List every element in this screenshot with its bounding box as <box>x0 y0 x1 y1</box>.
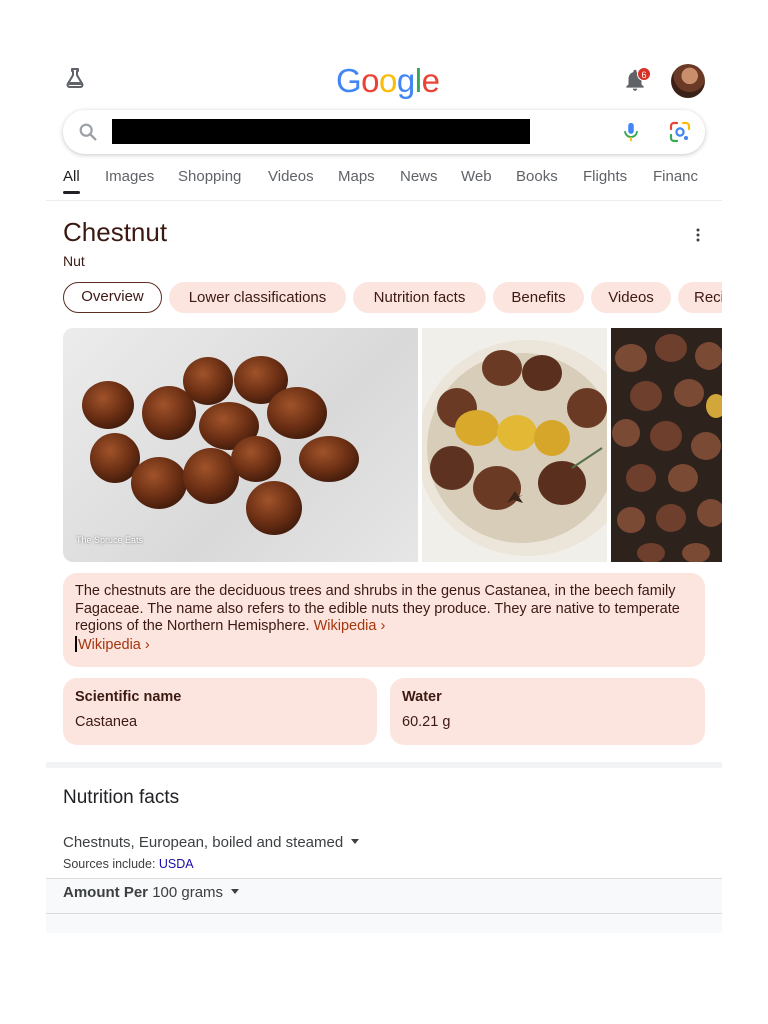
search-icon[interactable] <box>77 121 99 143</box>
logo-letter: o <box>379 62 397 99</box>
chip-videos[interactable]: Videos <box>591 282 671 313</box>
tab-flights[interactable]: Flights <box>583 168 627 194</box>
nutrition-table-placeholder <box>46 914 722 933</box>
chip-lower-classifications[interactable]: Lower classifications <box>169 282 346 313</box>
google-logo[interactable]: Google <box>336 62 440 100</box>
tab-images[interactable]: Images <box>105 168 154 194</box>
dropdown-caret-icon <box>231 889 240 894</box>
amount-prefix: Amount Per <box>63 884 149 901</box>
fact-card-water[interactable]: Water 60.21 g <box>390 678 705 745</box>
tab-maps[interactable]: Maps <box>338 168 375 194</box>
mic-icon[interactable] <box>620 120 642 144</box>
tab-shopping[interactable]: Shopping <box>178 168 241 194</box>
roasted-chestnuts-image[interactable] <box>422 328 607 562</box>
search-bar <box>63 110 705 154</box>
chip-recipes[interactable]: Reci <box>678 282 722 313</box>
chip-nutrition-facts[interactable]: Nutrition facts <box>353 282 486 313</box>
food-select-value: Chestnuts, European, boiled and steamed <box>63 834 344 851</box>
wikipedia-link-label: Wikipedia <box>313 618 377 634</box>
nutrition-title: Nutrition facts <box>63 787 180 808</box>
tab-videos[interactable]: Videos <box>268 168 314 194</box>
wikipedia-link[interactable]: Wikipedia › <box>314 618 386 634</box>
food-select[interactable]: Chestnuts, European, boiled and steamed <box>63 834 360 851</box>
amount-per-row: Amount Per 100 grams <box>46 878 722 914</box>
lens-icon[interactable] <box>668 120 692 144</box>
serving-select[interactable]: 100 grams <box>152 884 240 901</box>
fact-card-scientific-name[interactable]: Scientific name Castanea <box>63 678 377 745</box>
search-input[interactable] <box>112 119 530 144</box>
entity-title: Chestnut <box>63 217 168 247</box>
more-options-icon[interactable] <box>688 225 708 245</box>
nutrition-facts-section: Nutrition facts Chestnuts, European, boi… <box>46 768 722 933</box>
dropdown-caret-icon <box>351 839 360 844</box>
notification-badge: 6 <box>637 67 651 81</box>
baked-chestnuts-image[interactable] <box>611 328 722 562</box>
image-gallery: The Spruce Eats <box>63 328 722 562</box>
wikipedia-link-2[interactable]: Wikipedia › <box>78 637 150 653</box>
avatar[interactable] <box>671 64 705 98</box>
fact-value: 60.21 g <box>402 714 451 730</box>
tab-news[interactable]: News <box>400 168 438 194</box>
text-cursor <box>75 635 77 652</box>
chip-overview[interactable]: Overview <box>63 282 162 313</box>
tab-books[interactable]: Books <box>516 168 558 194</box>
logo-letter: l <box>414 62 422 99</box>
topic-chips: Overview Lower classifications Nutrition… <box>63 282 722 314</box>
tab-finance[interactable]: Financ <box>653 168 698 194</box>
image-credit: The Spruce Eats <box>76 535 144 545</box>
wikipedia-link-label-2: Wikipedia <box>78 636 141 653</box>
entity-subtitle: Nut <box>63 253 85 269</box>
logo-letter: o <box>361 62 380 99</box>
usda-link[interactable]: USDA <box>159 857 194 871</box>
search-tabs: All Images Shopping Videos Maps News Web… <box>63 168 723 196</box>
top-bar: Google 6 <box>0 58 768 102</box>
serving-select-value: 100 grams <box>152 884 224 901</box>
logo-letter: e <box>421 62 440 99</box>
flask-icon[interactable] <box>63 66 87 90</box>
fact-value: Castanea <box>75 714 138 730</box>
fact-label: Scientific name <box>75 689 182 705</box>
logo-letter: G <box>336 62 362 99</box>
logo-letter: g <box>396 62 415 99</box>
chestnuts-image[interactable]: The Spruce Eats <box>63 328 418 562</box>
knowledge-panel: Chestnut Nut Overview Lower classificati… <box>46 200 722 762</box>
entity-description: The chestnuts are the deciduous trees an… <box>63 573 705 667</box>
sources-prefix: Sources include: <box>63 857 156 871</box>
fact-label: Water <box>402 689 442 705</box>
tab-web[interactable]: Web <box>461 168 492 194</box>
chip-benefits[interactable]: Benefits <box>493 282 584 313</box>
tab-all[interactable]: All <box>63 168 80 194</box>
nutrition-sources: Sources include: USDA <box>63 857 194 871</box>
